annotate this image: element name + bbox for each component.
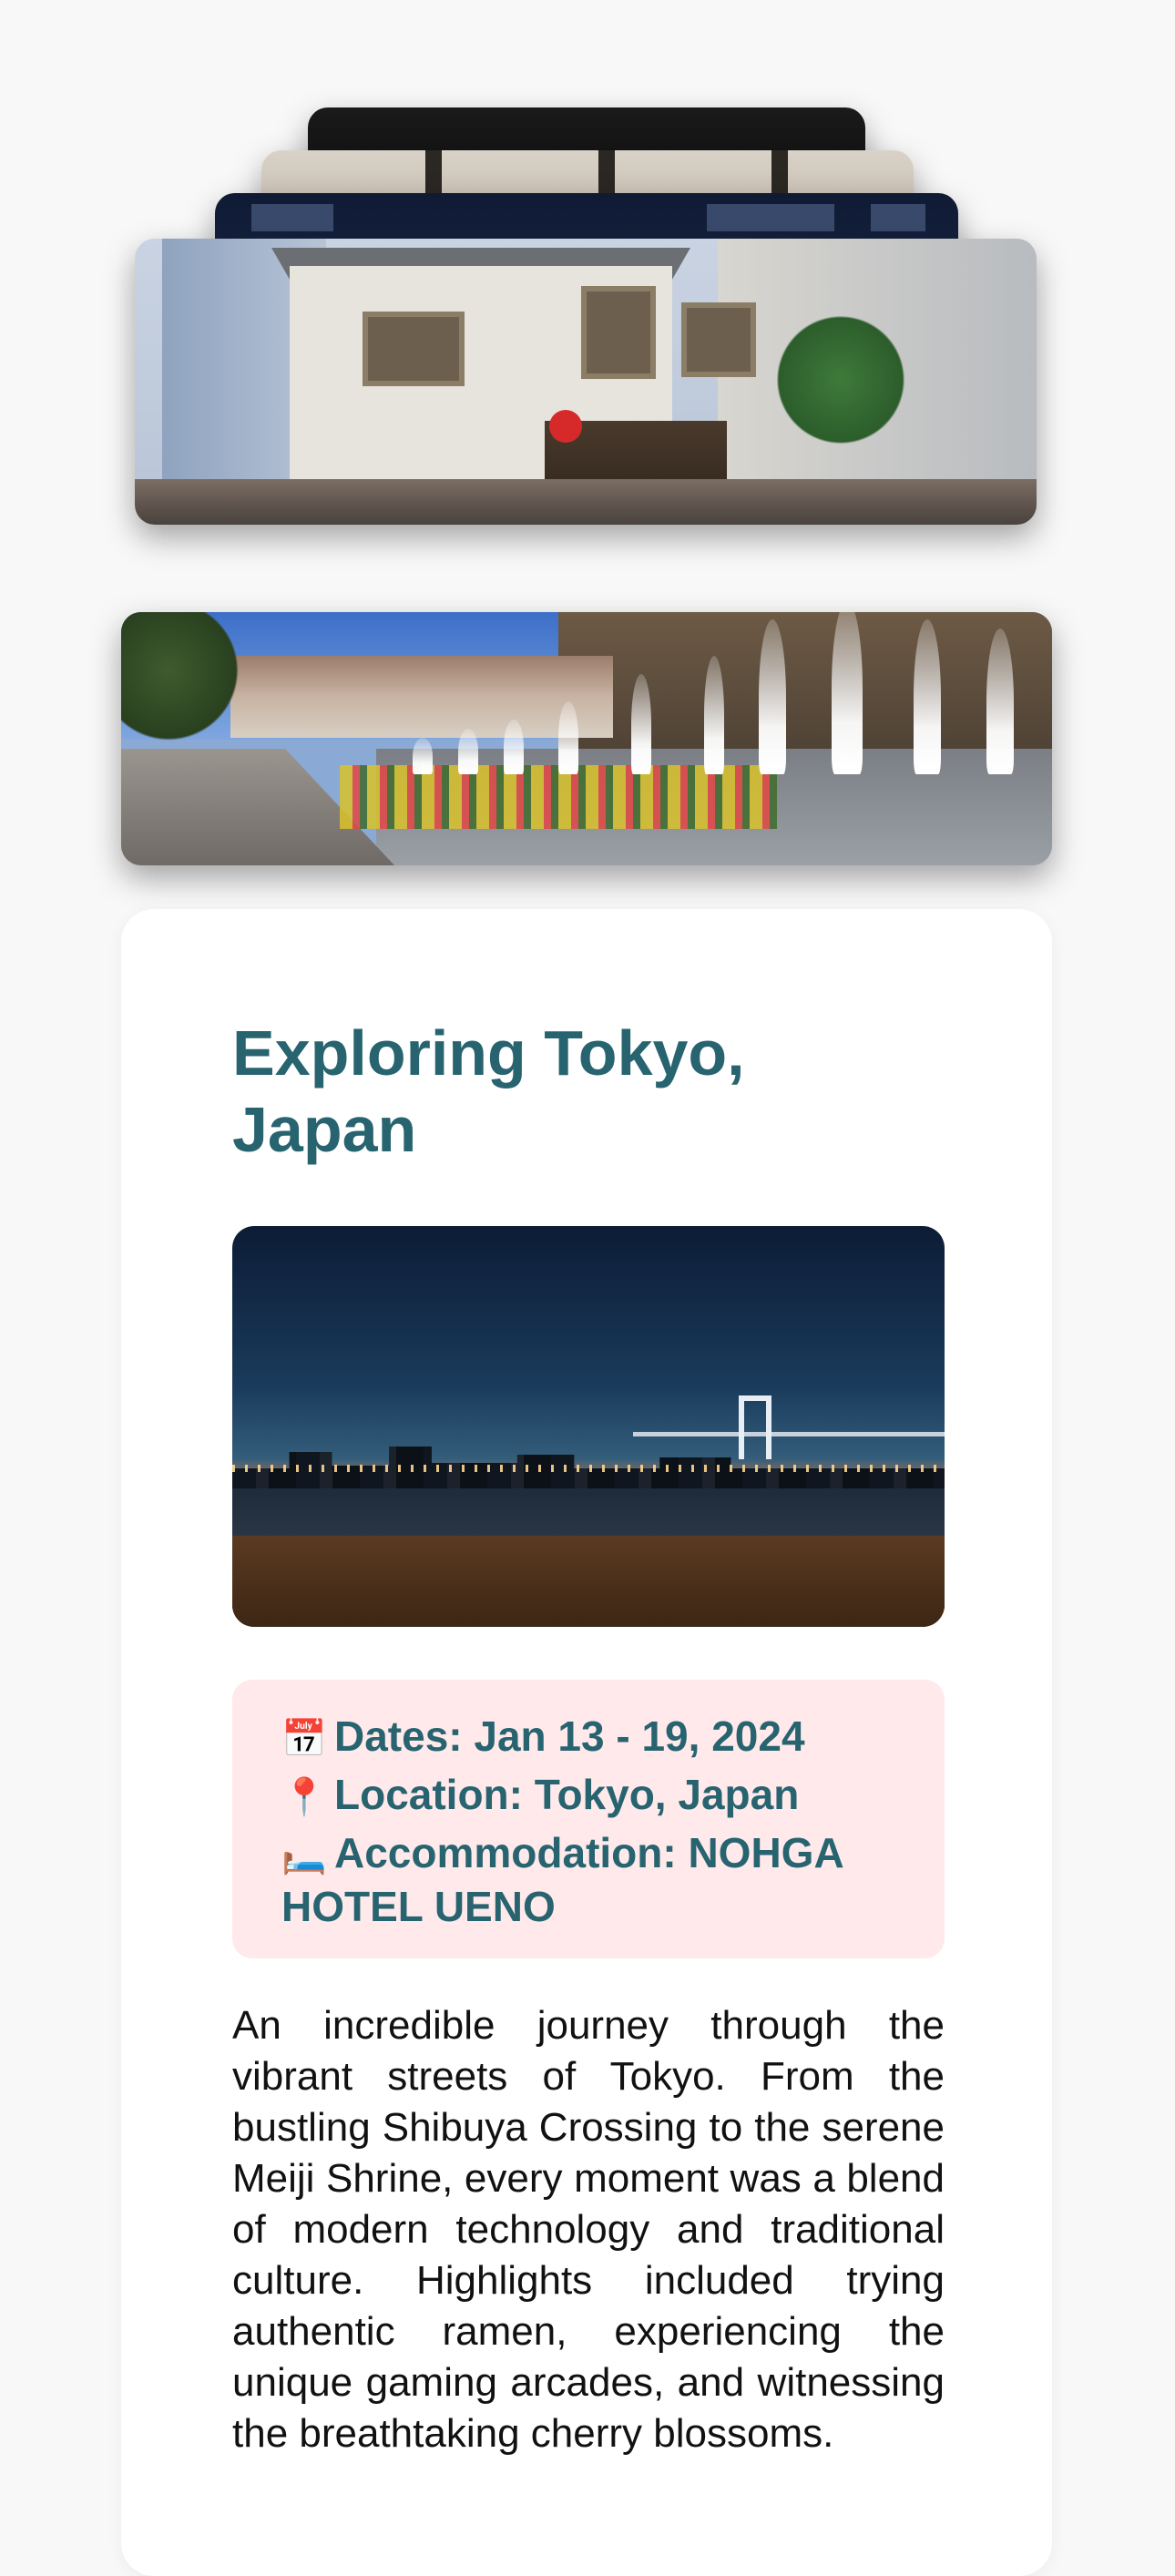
bed-icon: 🛏️ (281, 1835, 327, 1876)
accommodation-label: Accommodation: NOHGA HOTEL UENO (281, 1829, 843, 1930)
trip-details: 📅 Dates: Jan 13 - 19, 2024 📍 Location: Tok… (232, 1680, 945, 1958)
location-label: Location: Tokyo, Japan (334, 1771, 800, 1818)
accommodation-row: 🛏️ Accommodation: NOHGA HOTEL UENO (281, 1827, 919, 1932)
round-pushpin-icon: 📍 (281, 1777, 327, 1817)
photo-card-fountains[interactable] (121, 612, 1052, 865)
calendar-icon: 📅 (281, 1719, 327, 1759)
dates-label: Dates: Jan 13 - 19, 2024 (334, 1712, 805, 1760)
dates-row: 📅 Dates: Jan 13 - 19, 2024 (281, 1711, 805, 1764)
post-title: Exploring Tokyo, Japan (232, 1017, 745, 1165)
photo-card-building[interactable] (135, 239, 1037, 525)
location-row: 📍 Location: Tokyo, Japan (281, 1769, 799, 1823)
hero-photo[interactable] (232, 1226, 945, 1627)
post-description: An incredible journey through the vibran… (232, 2003, 945, 2456)
post-card: Exploring Tokyo, Japan 📅 Dates: Jan 13 - … (121, 909, 1052, 2576)
shop-sign-icon (549, 410, 582, 443)
